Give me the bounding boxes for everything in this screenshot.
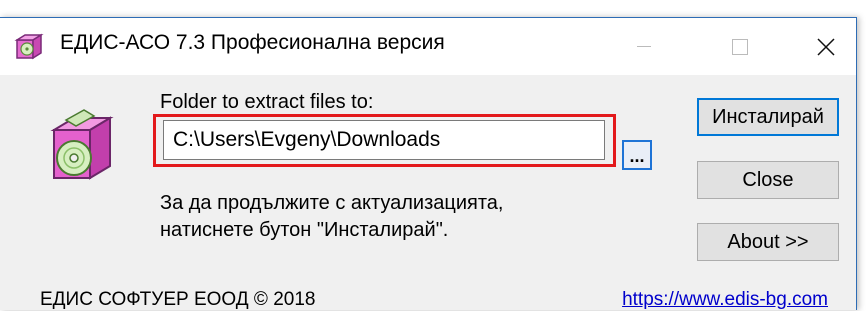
copyright-text: ЕДИС СОФТУЕР ЕООД © 2018 — [40, 289, 316, 310]
close-icon — [817, 37, 835, 56]
installer-box-cd-icon — [50, 109, 114, 180]
title-bar[interactable]: ЕДИС-АСО 7.3 Професионална версия — [0, 18, 856, 75]
maximize-button[interactable] — [710, 18, 770, 75]
instruction-line-1: За да продължите с актуализацията, — [160, 192, 504, 214]
installer-window: ЕДИС-АСО 7.3 Професионална версия Folder… — [0, 17, 857, 310]
window-title: ЕДИС-АСО 7.3 Професионална версия — [60, 31, 445, 54]
about-button[interactable]: About >> — [697, 223, 839, 261]
installer-box-icon — [14, 33, 44, 60]
extract-path-input[interactable] — [163, 120, 605, 160]
close-button[interactable]: Close — [697, 161, 839, 199]
website-link[interactable]: https://www.edis-bg.com — [622, 289, 828, 311]
instruction-line-2: натиснете бутон "Инсталирай". — [160, 219, 449, 241]
minimize-button[interactable] — [614, 18, 674, 75]
browse-folder-button[interactable]: ... — [622, 140, 652, 170]
close-window-button[interactable] — [796, 18, 856, 75]
install-button[interactable]: Инсталирай — [697, 98, 839, 136]
minimize-icon — [637, 45, 651, 47]
instruction-text: За да продължите с актуализацията, натис… — [160, 190, 503, 244]
maximize-icon — [732, 38, 748, 55]
extract-folder-label: Folder to extract files to: — [160, 91, 374, 113]
